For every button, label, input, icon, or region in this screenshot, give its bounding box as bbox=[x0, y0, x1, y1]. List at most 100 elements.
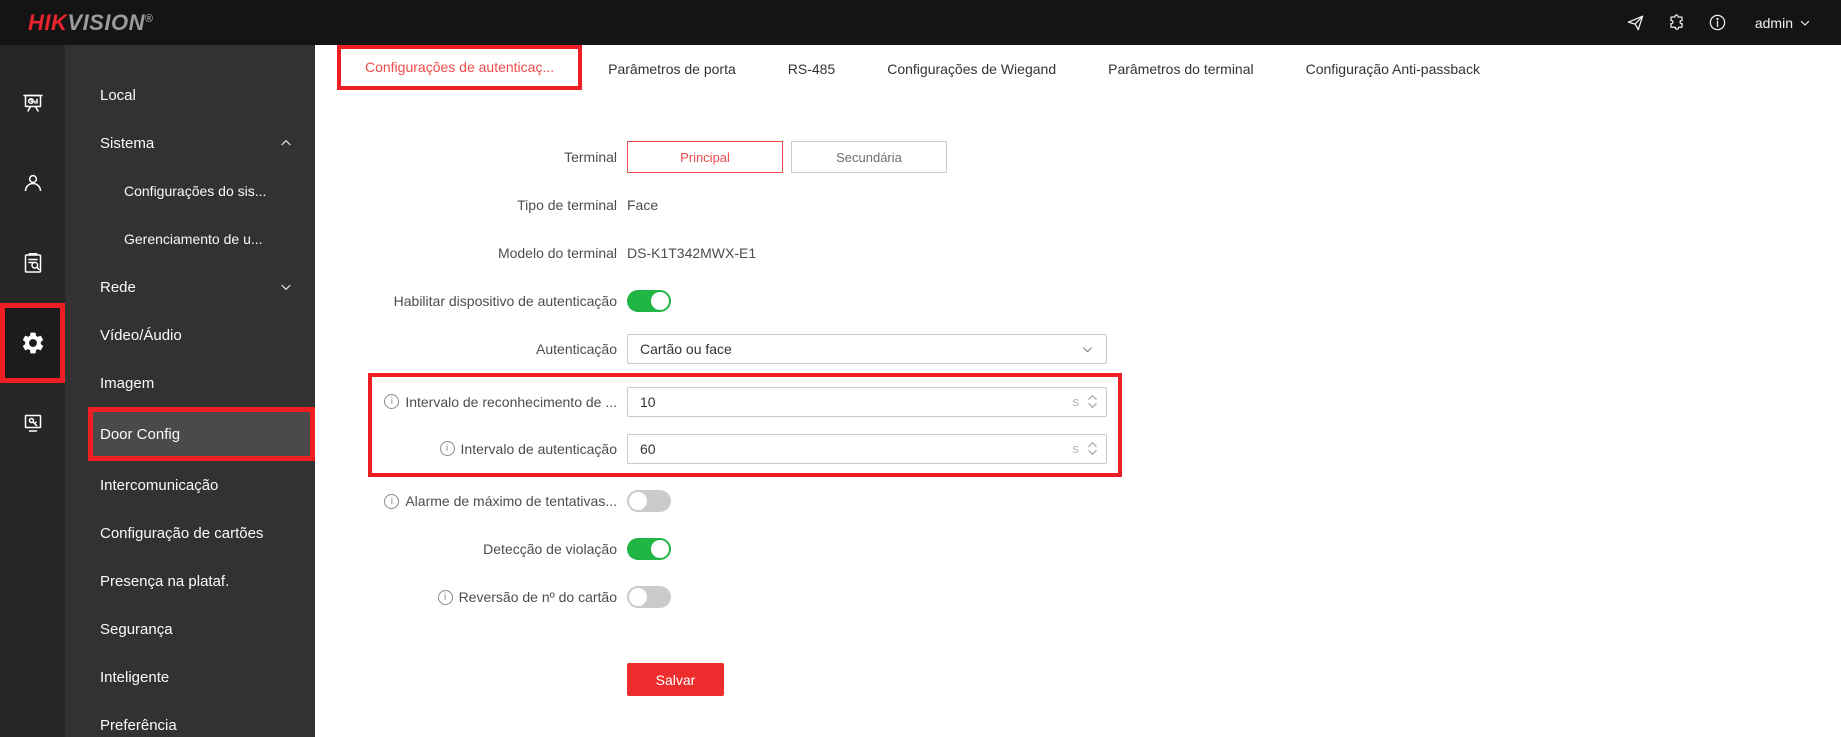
sidebar-item-door-config[interactable]: Door Config bbox=[88, 407, 315, 461]
auth-interval-input[interactable]: 60 s bbox=[627, 433, 1107, 464]
tab-configuracoes-de-wiegand[interactable]: Configurações de Wiegand bbox=[861, 45, 1082, 93]
chevron-down-icon bbox=[1800, 20, 1810, 26]
recognition-interval-control: 10 s bbox=[627, 386, 1107, 417]
rail-item-user[interactable] bbox=[0, 143, 65, 223]
sidebar-item-label: Segurança bbox=[100, 620, 173, 638]
sidebar-item-video-audio[interactable]: Vídeo/Áudio bbox=[65, 311, 315, 359]
terminal-row: Terminal Principal Secundária bbox=[315, 133, 1841, 181]
sidebar-item-label: Sistema bbox=[100, 134, 155, 152]
user-menu[interactable]: admin bbox=[1755, 15, 1811, 31]
interval-annotation-box: i Intervalo de reconhecimento de ... 10 … bbox=[368, 373, 1122, 477]
rail-item-maintenance[interactable] bbox=[0, 383, 65, 463]
unit-label: s bbox=[1072, 441, 1080, 456]
max-attempts-alarm-row: i Alarme de máximo de tentativas... bbox=[315, 477, 1841, 525]
tab-configuracoes-de-autenticacao[interactable]: Configurações de autenticaç... bbox=[337, 45, 583, 90]
sidebar-item-label: Door Config bbox=[100, 425, 181, 443]
number-stepper[interactable] bbox=[1087, 441, 1098, 456]
sidebar-item-label: Presença na plataf. bbox=[100, 572, 230, 590]
sidebar-item-sistema[interactable]: Sistema bbox=[65, 119, 315, 167]
logo-vision: VISION bbox=[67, 9, 145, 35]
sidebar-item-label: Imagem bbox=[100, 374, 155, 392]
maintenance-icon bbox=[24, 414, 41, 432]
sidebar-item-configuracoes-do-sistema[interactable]: Configurações do sis... bbox=[65, 167, 315, 215]
rail-item-settings[interactable] bbox=[0, 303, 65, 383]
number-stepper[interactable] bbox=[1087, 394, 1098, 409]
logo-hik: HIK bbox=[28, 9, 68, 35]
app-shell: Local Sistema Configurações do sis... Ge… bbox=[0, 45, 1841, 737]
stepper-up-icon[interactable] bbox=[1087, 441, 1098, 448]
terminal-model-row: Modelo do terminal DS-K1T342MWX-E1 bbox=[315, 229, 1841, 277]
sidebar-item-configuracao-de-cartoes[interactable]: Configuração de cartões bbox=[65, 509, 315, 557]
sidebar-item-label: Local bbox=[100, 86, 136, 104]
enable-auth-row: Habilitar dispositivo de autenticação bbox=[315, 277, 1841, 325]
recognition-interval-label: i Intervalo de reconhecimento de ... bbox=[372, 394, 617, 410]
terminal-principal-button[interactable]: Principal bbox=[627, 141, 783, 173]
rail-item-search-log[interactable] bbox=[0, 223, 65, 303]
tab-bar: Configurações de autenticaç... Parâmetro… bbox=[315, 45, 1841, 93]
sidebar-item-imagem[interactable]: Imagem bbox=[65, 359, 315, 407]
sidebar-item-local[interactable]: Local bbox=[65, 71, 315, 119]
chevron-down-icon bbox=[1083, 346, 1092, 352]
recognition-interval-input[interactable]: 10 s bbox=[627, 386, 1107, 417]
toggle-knob bbox=[651, 292, 669, 310]
field-label: Modelo do terminal bbox=[497, 245, 617, 261]
tab-rs-485[interactable]: RS-485 bbox=[762, 45, 861, 93]
auth-mode-select[interactable]: Cartão ou face bbox=[627, 334, 1107, 364]
info-icon: i bbox=[437, 589, 453, 605]
card-reversal-toggle[interactable] bbox=[627, 586, 671, 608]
tab-parametros-de-porta[interactable]: Parâmetros de porta bbox=[582, 45, 762, 93]
card-reversal-control bbox=[627, 586, 671, 608]
send-icon[interactable] bbox=[1626, 13, 1645, 32]
auth-interval-label: i Intervalo de autenticação bbox=[372, 441, 617, 457]
max-attempts-alarm-control bbox=[627, 490, 671, 512]
sidebar-item-gerenciamento-de-usuarios[interactable]: Gerenciamento de u... bbox=[65, 215, 315, 263]
sidebar-item-preferencia[interactable]: Preferência bbox=[65, 701, 315, 737]
auth-mode-row: Autenticação Cartão ou face bbox=[315, 325, 1841, 373]
field-label: Detecção de violação bbox=[483, 541, 617, 557]
stepper-down-icon[interactable] bbox=[1087, 402, 1098, 409]
enable-auth-label: Habilitar dispositivo de autenticação bbox=[315, 293, 617, 309]
live-view-icon bbox=[22, 94, 43, 112]
tamper-detection-label: Detecção de violação bbox=[315, 541, 617, 557]
auth-settings-form: Terminal Principal Secundária Tipo de te… bbox=[315, 93, 1841, 696]
info-icon[interactable] bbox=[1708, 13, 1727, 32]
chevron-up-icon bbox=[281, 140, 291, 146]
terminal-segmented-control: Principal Secundária bbox=[627, 141, 947, 173]
info-icon: i bbox=[384, 394, 400, 409]
plugin-icon[interactable] bbox=[1667, 13, 1686, 32]
sidebar-item-seguranca[interactable]: Segurança bbox=[65, 605, 315, 653]
sidebar-item-label: Intercomunicação bbox=[100, 476, 219, 494]
tab-configuracao-anti-passback[interactable]: Configuração Anti-passback bbox=[1280, 45, 1506, 93]
terminal-label: Terminal bbox=[315, 149, 617, 165]
field-label: Alarme de máximo de tentativas... bbox=[405, 493, 617, 509]
sidebar-item-label: Preferência bbox=[100, 716, 177, 734]
recognition-interval-value: 10 bbox=[640, 393, 656, 410]
enable-auth-toggle[interactable] bbox=[627, 290, 671, 312]
sidebar-item-presenca-na-plataforma[interactable]: Presença na plataf. bbox=[65, 557, 315, 605]
topbar: HIKVISION® admin bbox=[0, 0, 1841, 45]
sidebar-item-rede[interactable]: Rede bbox=[65, 263, 315, 311]
toggle-knob bbox=[629, 588, 647, 606]
rail-item-live-view[interactable] bbox=[0, 63, 65, 143]
terminal-secundaria-button[interactable]: Secundária bbox=[791, 141, 947, 173]
stepper-up-icon[interactable] bbox=[1087, 394, 1098, 401]
save-button[interactable]: Salvar bbox=[627, 663, 724, 696]
stepper-down-icon[interactable] bbox=[1087, 449, 1098, 456]
auth-interval-value: 60 bbox=[640, 440, 656, 457]
sidebar-item-intercomunicacao[interactable]: Intercomunicação bbox=[65, 461, 315, 509]
toggle-knob bbox=[629, 492, 647, 510]
field-label: Autenticação bbox=[536, 341, 617, 357]
tab-parametros-do-terminal[interactable]: Parâmetros do terminal bbox=[1082, 45, 1280, 93]
topbar-actions: admin bbox=[1626, 13, 1811, 32]
max-attempts-alarm-toggle[interactable] bbox=[627, 490, 671, 512]
main-content: Configurações de autenticaç... Parâmetro… bbox=[315, 45, 1841, 737]
tamper-detection-toggle[interactable] bbox=[627, 538, 671, 560]
field-label: Reversão de nº do cartão bbox=[458, 589, 617, 605]
card-reversal-row: i Reversão de nº do cartão bbox=[315, 573, 1841, 621]
sidebar-item-inteligente[interactable]: Inteligente bbox=[65, 653, 315, 701]
card-reversal-label: i Reversão de nº do cartão bbox=[315, 589, 617, 605]
tamper-detection-row: Detecção de violação bbox=[315, 525, 1841, 573]
sidebar-item-label: Vídeo/Áudio bbox=[100, 326, 182, 344]
field-label: Intervalo de reconhecimento de ... bbox=[405, 393, 617, 410]
info-icon: i bbox=[439, 441, 455, 456]
